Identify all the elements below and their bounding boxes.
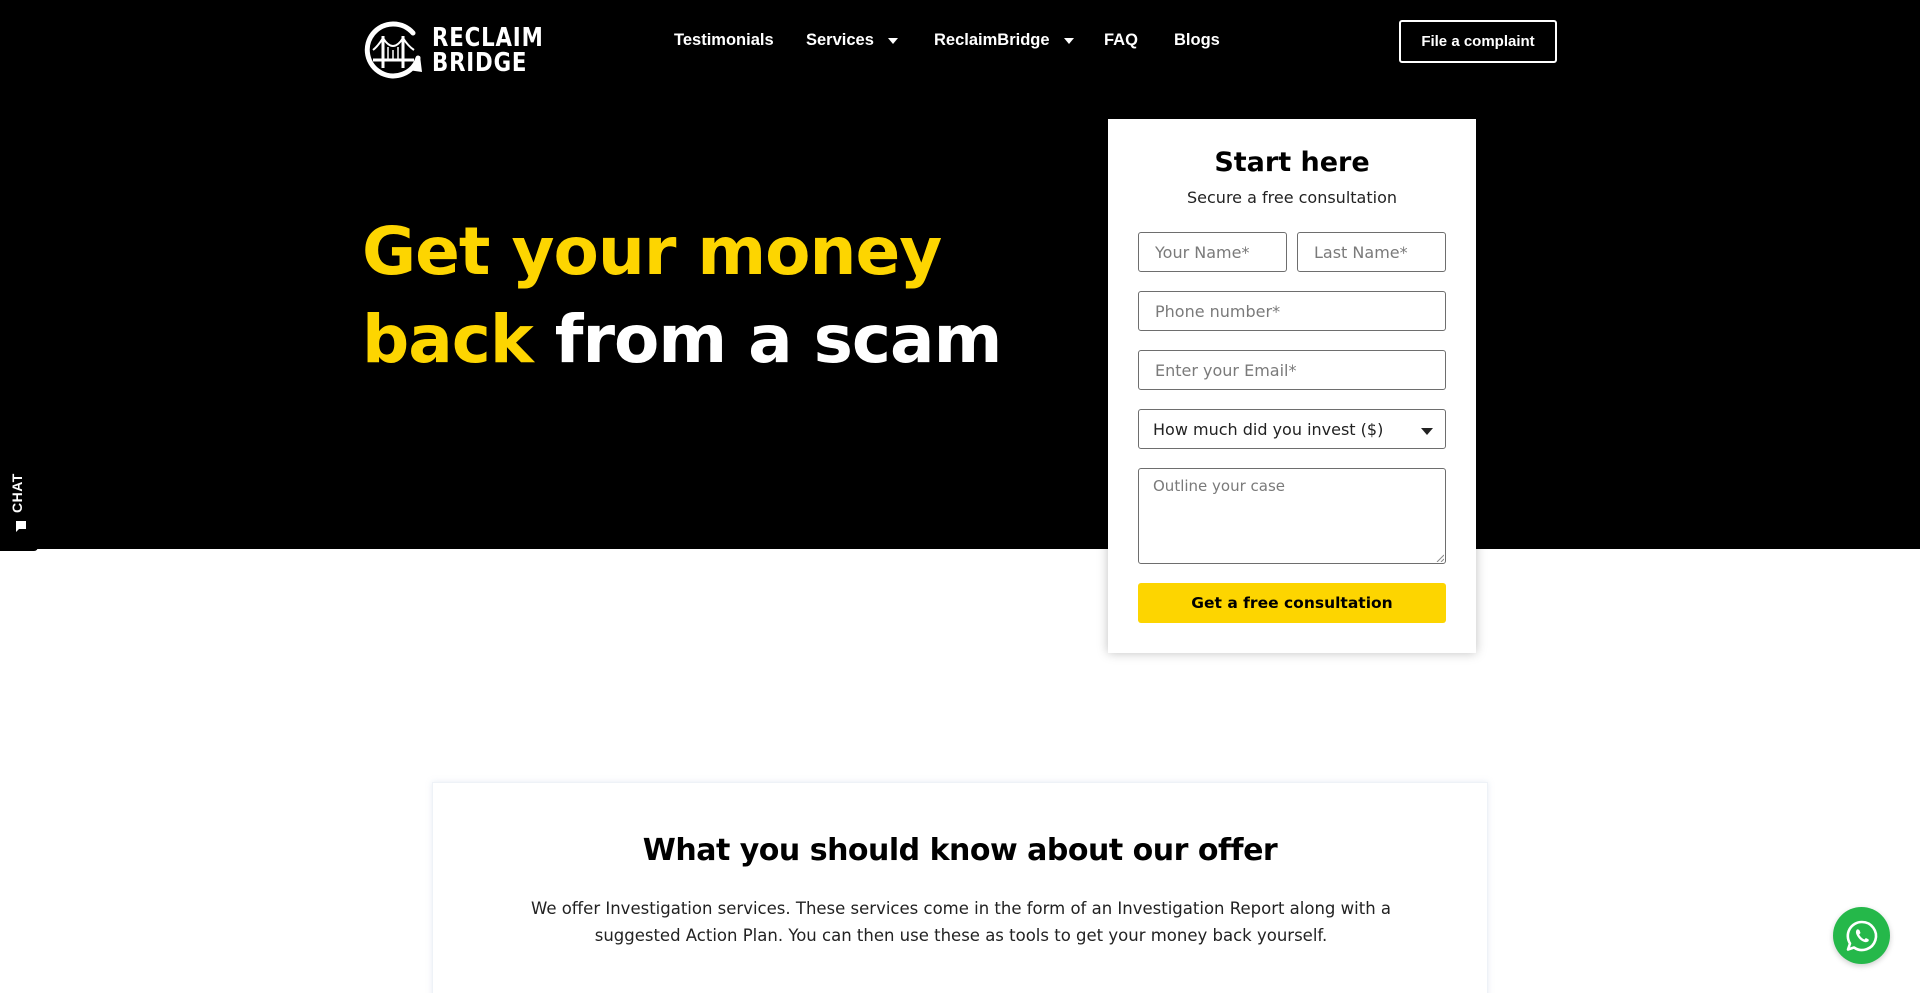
get-consultation-button[interactable]: Get a free consultation — [1138, 583, 1446, 623]
nav-item-services[interactable]: Services — [806, 31, 898, 50]
investment-select[interactable]: How much did you invest ($) — [1138, 409, 1446, 449]
email-input[interactable] — [1138, 350, 1446, 390]
brand-logo[interactable]: RECLAIM BRIDGE — [364, 20, 568, 82]
nav-label: Testimonials — [674, 31, 774, 49]
resize-grip-icon[interactable] — [1436, 554, 1444, 562]
nav-item-testimonials[interactable]: Testimonials — [674, 31, 774, 50]
chat-label: CHAT — [9, 473, 25, 513]
form-subtitle: Secure a free consultation — [1187, 188, 1397, 207]
first-name-input[interactable] — [1138, 232, 1287, 272]
nav-item-reclaimbridge[interactable]: ReclaimBridge — [934, 31, 1074, 50]
offer-title: What you should know about our offer — [642, 833, 1278, 868]
headline-white-text: from a scam — [554, 301, 1003, 378]
last-name-input[interactable] — [1297, 232, 1446, 272]
nav-item-faq[interactable]: FAQ — [1104, 31, 1138, 50]
hero-section: RECLAIM BRIDGE Testimonials Services Rec… — [0, 0, 1920, 549]
case-textarea[interactable] — [1138, 468, 1446, 564]
consultation-form: Start here Secure a free consultation Ho… — [1108, 119, 1476, 653]
nav-label: Services — [806, 31, 874, 49]
whatsapp-icon — [1846, 920, 1877, 951]
phone-input[interactable] — [1138, 291, 1446, 331]
nav-label: FAQ — [1104, 31, 1138, 49]
form-title: Start here — [1214, 147, 1370, 178]
bridge-circle-arrow-icon — [364, 21, 422, 79]
headline-line2: back from a scam — [362, 296, 1003, 384]
headline-highlight-text: Get your money — [362, 213, 942, 290]
brand-line2: BRIDGE — [432, 48, 528, 78]
chat-bubble-icon — [16, 521, 26, 532]
whatsapp-button[interactable] — [1833, 907, 1890, 964]
caret-down-icon — [887, 38, 898, 44]
offer-description: We offer Investigation services. These s… — [530, 899, 1392, 945]
investment-select-value: How much did you invest ($) — [1153, 419, 1384, 439]
headline-line1: Get your money — [362, 208, 1001, 296]
caret-down-icon — [1421, 428, 1433, 435]
headline-highlight-word: back — [362, 301, 534, 378]
nav-label: Blogs — [1174, 31, 1220, 49]
brand-wordmark: RECLAIM BRIDGE — [432, 25, 544, 78]
offer-section: What you should know about our offer We … — [432, 782, 1488, 993]
nav-item-blogs[interactable]: Blogs — [1174, 31, 1220, 50]
file-complaint-button[interactable]: File a complaint — [1399, 20, 1557, 63]
caret-down-icon — [1063, 38, 1074, 44]
hero-headline: Get your money back from a scam — [362, 208, 1003, 384]
nav-label: ReclaimBridge — [934, 31, 1050, 49]
chat-tab[interactable]: CHAT — [0, 453, 38, 551]
